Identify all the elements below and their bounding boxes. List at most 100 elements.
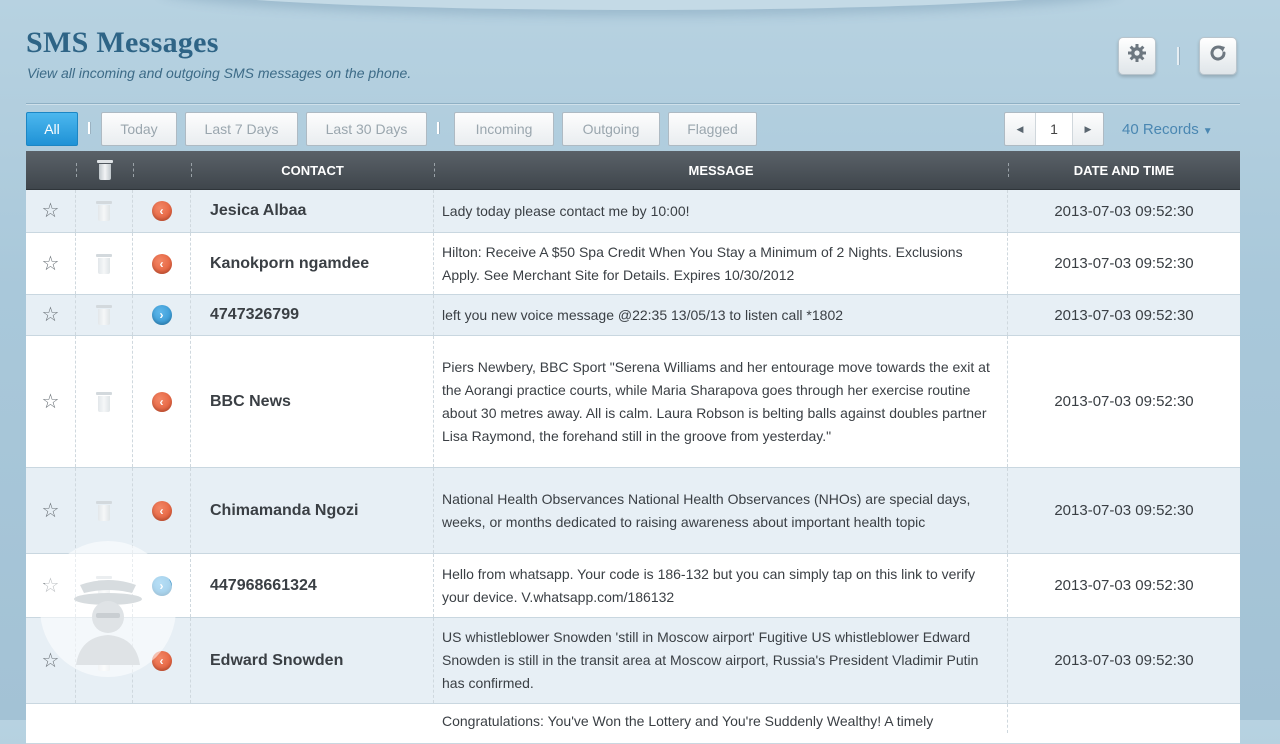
star-icon: ☆ (41, 252, 60, 275)
delete-button[interactable] (76, 554, 133, 617)
message-date: 2013-07-03 09:52:30 (1054, 202, 1194, 220)
header-date[interactable]: DATE AND TIME (1008, 151, 1240, 189)
incoming-arrow-icon: ‹ (151, 650, 172, 671)
trash-icon (96, 500, 112, 521)
page-title: SMS Messages (26, 26, 219, 59)
settings-button[interactable] (1118, 37, 1156, 75)
direction-indicator: ‹ (133, 336, 191, 467)
flag-star-button[interactable]: ☆ (26, 468, 76, 553)
star-icon: ☆ (41, 574, 60, 597)
flag-star-button[interactable]: ☆ (26, 618, 76, 703)
table-row[interactable]: ☆ ‹ Edward Snowden US whistleblower Snow… (26, 618, 1240, 704)
table-row[interactable]: ☆ ‹ Chimamanda Ngozi National Health Obs… (26, 468, 1240, 554)
flag-star-button[interactable]: ☆ (26, 554, 76, 617)
direction-indicator: › (133, 554, 191, 617)
delete-button[interactable] (76, 336, 133, 467)
message-text: Hello from whatsapp. Your code is 186-13… (434, 554, 1008, 617)
flag-star-button[interactable]: ☆ (26, 295, 76, 335)
message-date: 2013-07-03 09:52:30 (1054, 393, 1194, 410)
filter-last30-button[interactable]: Last 30 Days (306, 112, 427, 146)
incoming-arrow-icon: ‹ (151, 201, 172, 221)
filter-outgoing-button[interactable]: Outgoing (562, 112, 660, 146)
trash-icon (96, 160, 113, 180)
header-message[interactable]: MESSAGE (434, 151, 1008, 189)
header-decoration (160, 0, 1120, 10)
filter-separator (437, 122, 440, 134)
direction-indicator: ‹ (133, 233, 191, 294)
table-row[interactable]: ☆ › 4747326799 left you new voice messag… (26, 295, 1240, 336)
outgoing-arrow-icon: › (151, 575, 172, 596)
trash-icon (96, 305, 112, 325)
message-date: 2013-07-03 09:52:30 (1054, 306, 1194, 324)
contact-name: 447968661324 (191, 554, 434, 617)
star-icon: ☆ (41, 304, 60, 326)
records-dropdown[interactable]: 40 Records ▼ (1122, 121, 1213, 138)
contact-name: Kanokporn ngamdee (191, 233, 434, 294)
table-row[interactable]: ☆ ‹ Kanokporn ngamdee Hilton: Receive A … (26, 233, 1240, 295)
page-number-input[interactable]: 1 (1035, 113, 1073, 145)
filter-last7-button[interactable]: Last 7 Days (185, 112, 298, 146)
direction-indicator: ‹ (133, 468, 191, 553)
flag-star-button[interactable]: ☆ (26, 233, 76, 294)
contact-name: 4747326799 (191, 295, 434, 335)
message-date: 2013-07-03 09:52:30 (1054, 502, 1194, 519)
message-date: 2013-07-03 09:52:30 (1054, 255, 1194, 272)
header-divider (26, 103, 1240, 105)
refresh-button[interactable] (1199, 37, 1237, 75)
message-text: National Health Observances National Hea… (434, 468, 1008, 553)
filter-separator (88, 122, 91, 134)
flag-star-button[interactable]: ☆ (26, 190, 76, 232)
trash-icon (96, 391, 112, 412)
contact-name: Jesica Albaa (191, 190, 434, 232)
delete-button[interactable] (76, 190, 133, 232)
incoming-arrow-icon: ‹ (151, 391, 172, 412)
pagination: ◀ 1 ▶ (1004, 112, 1104, 146)
incoming-arrow-icon: ‹ (151, 500, 172, 521)
star-icon: ☆ (41, 390, 60, 413)
chevron-down-icon: ▼ (1202, 126, 1213, 137)
table-row[interactable]: Congratulations: You've Won the Lottery … (26, 704, 1240, 744)
table-row[interactable]: ☆ › 447968661324 Hello from whatsapp. Yo… (26, 554, 1240, 618)
message-date: 2013-07-03 09:52:30 (1054, 652, 1194, 669)
message-text: Congratulations: You've Won the Lottery … (434, 704, 1008, 733)
trash-icon (96, 575, 112, 596)
filter-flagged-button[interactable]: Flagged (668, 112, 757, 146)
delete-button[interactable] (76, 295, 133, 335)
message-text: Piers Newbery, BBC Sport "Serena William… (434, 336, 1008, 467)
header-delete-column[interactable] (76, 151, 133, 189)
direction-indicator: › (133, 295, 191, 335)
header-flag-column (26, 151, 76, 189)
trash-icon (96, 253, 112, 274)
toolbar-separator (1177, 47, 1180, 65)
table-header: CONTACT MESSAGE DATE AND TIME (26, 151, 1240, 190)
filter-today-button[interactable]: Today (101, 112, 177, 146)
contact-name: BBC News (191, 336, 434, 467)
prev-page-button[interactable]: ◀ (1005, 113, 1035, 145)
table-row[interactable]: ☆ ‹ Jesica Albaa Lady today please conta… (26, 190, 1240, 233)
trash-icon (96, 201, 112, 221)
records-count: 40 Records (1122, 121, 1199, 138)
trash-icon (96, 650, 112, 671)
filter-all-button[interactable]: All (26, 112, 78, 146)
next-page-button[interactable]: ▶ (1073, 113, 1103, 145)
delete-button[interactable] (76, 233, 133, 294)
delete-button[interactable] (76, 468, 133, 553)
sms-table: CONTACT MESSAGE DATE AND TIME ☆ ‹ Jesica… (26, 151, 1240, 744)
message-date: 2013-07-03 09:52:30 (1054, 577, 1194, 594)
header-contact[interactable]: CONTACT (191, 151, 434, 189)
direction-indicator: ‹ (133, 618, 191, 703)
gear-icon (1127, 43, 1147, 69)
header-direction-column (133, 151, 191, 189)
outgoing-arrow-icon: › (151, 305, 172, 325)
message-text: left you new voice message @22:35 13/05/… (434, 295, 1008, 335)
chevron-right-icon: ▶ (1084, 123, 1092, 134)
table-row[interactable]: ☆ ‹ BBC News Piers Newbery, BBC Sport "S… (26, 336, 1240, 468)
delete-button[interactable] (76, 618, 133, 703)
page-subtitle: View all incoming and outgoing SMS messa… (27, 65, 412, 81)
filter-incoming-button[interactable]: Incoming (454, 112, 554, 146)
flag-star-button[interactable]: ☆ (26, 336, 76, 467)
refresh-icon (1207, 42, 1229, 70)
chevron-left-icon: ◀ (1016, 123, 1024, 134)
message-text: Lady today please contact me by 10:00! (434, 190, 1008, 232)
message-text: Hilton: Receive A $50 Spa Credit When Yo… (434, 233, 1008, 294)
